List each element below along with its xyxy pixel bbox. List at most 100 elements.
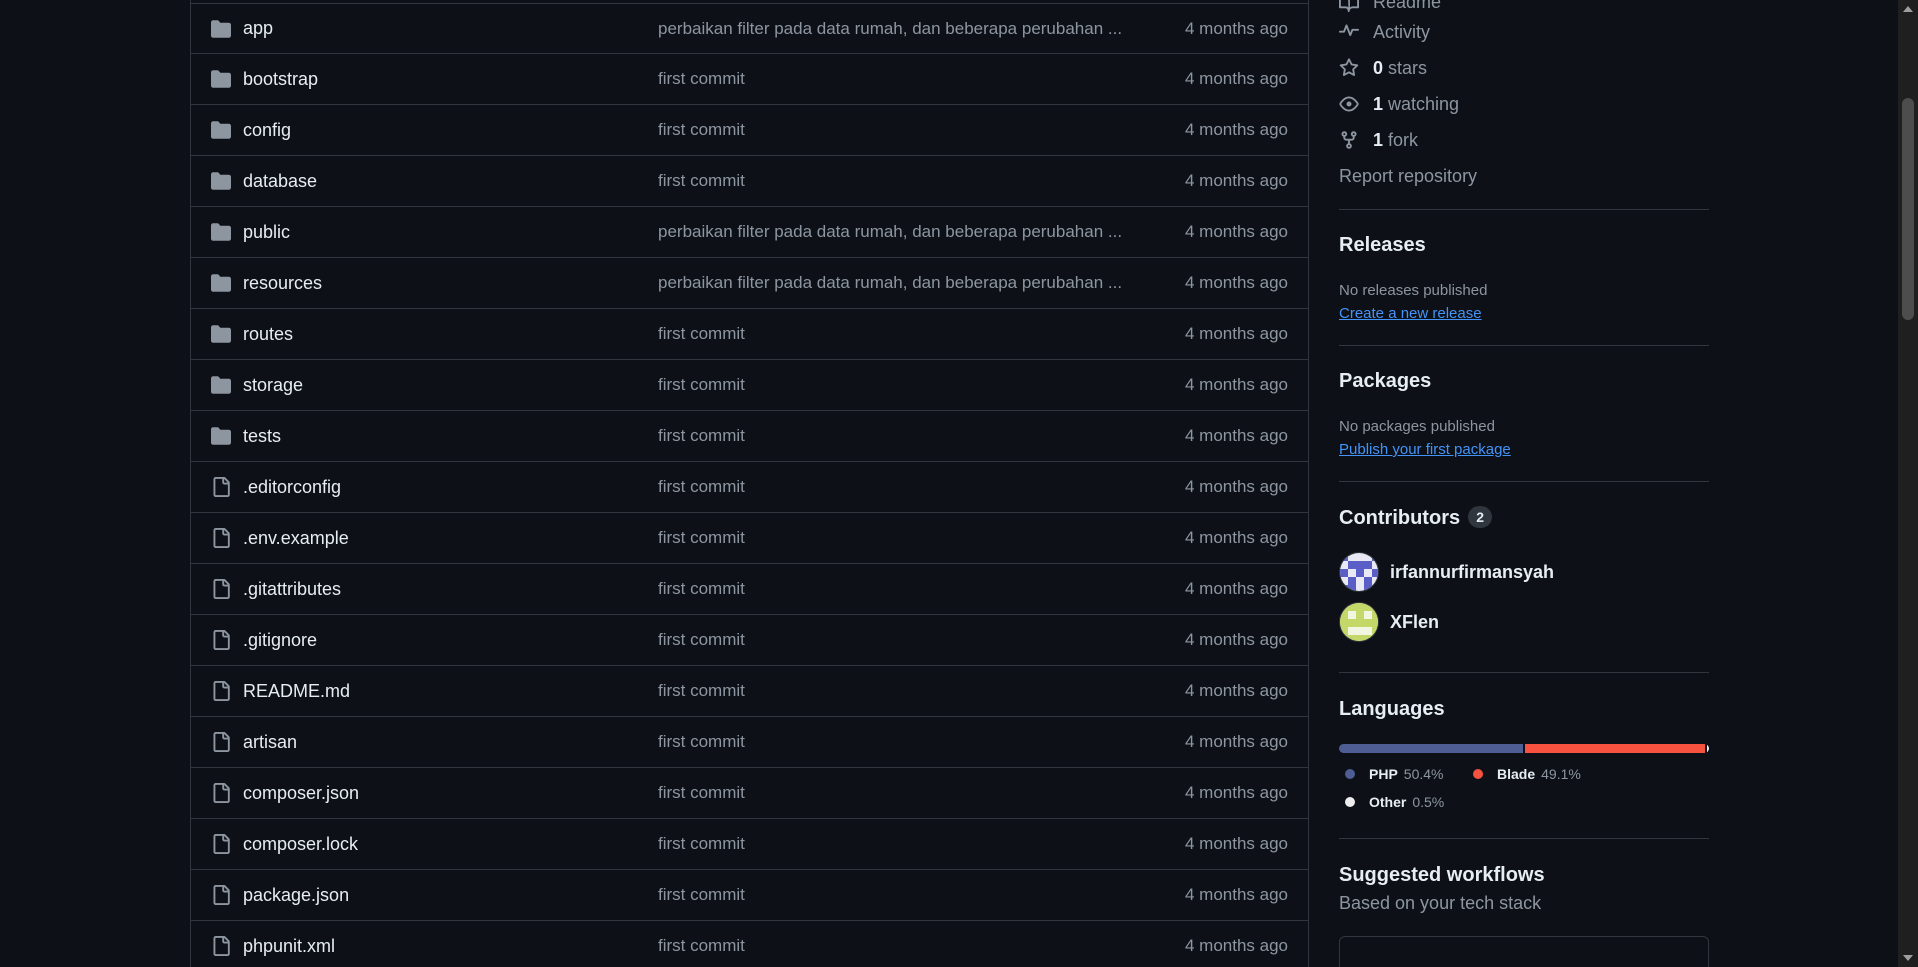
- language-other[interactable]: Other 0.5%: [1339, 794, 1444, 810]
- commit-message-link[interactable]: first commit: [658, 171, 1128, 191]
- releases-title[interactable]: Releases: [1339, 234, 1426, 257]
- contributors-title[interactable]: Contributors 2: [1339, 506, 1493, 530]
- file-name-link[interactable]: .env.example: [243, 528, 349, 549]
- page-scrollbar[interactable]: [1898, 0, 1918, 967]
- commit-message-link[interactable]: first commit: [658, 783, 1128, 803]
- commit-message-link[interactable]: perbaikan filter pada data rumah, dan be…: [658, 19, 1128, 39]
- commit-message-link[interactable]: perbaikan filter pada data rumah, dan be…: [658, 273, 1128, 293]
- commit-message-link[interactable]: first commit: [658, 885, 1128, 905]
- file-name-link[interactable]: composer.json: [243, 783, 359, 804]
- file-row[interactable]: app perbaikan filter pada data rumah, dan…: [191, 3, 1308, 54]
- file-name-link[interactable]: public: [243, 222, 290, 243]
- file-name-link[interactable]: storage: [243, 375, 303, 396]
- publish-package-link[interactable]: Publish your first package: [1339, 441, 1511, 458]
- file-row[interactable]: .env.example first commit 4 months ago: [191, 513, 1308, 564]
- forks-link[interactable]: 1 fork: [1339, 126, 1418, 154]
- file-name-link[interactable]: bootstrap: [243, 69, 318, 90]
- file-row[interactable]: tests first commit 4 months ago: [191, 411, 1308, 462]
- file-row[interactable]: database first commit 4 months ago: [191, 156, 1308, 207]
- activity-link[interactable]: Activity: [1339, 18, 1430, 46]
- language-blade[interactable]: Blade 49.1%: [1467, 766, 1581, 782]
- file-icon: [211, 579, 231, 599]
- commit-message-link[interactable]: first commit: [658, 630, 1128, 650]
- readme-label: Readme: [1373, 0, 1442, 12]
- commit-time: 4 months ago: [1184, 834, 1288, 853]
- commit-message-link[interactable]: first commit: [658, 69, 1128, 89]
- file-row[interactable]: routes first commit 4 months ago: [191, 309, 1308, 360]
- file-name-link[interactable]: package.json: [243, 885, 349, 906]
- stars-link[interactable]: 0 stars: [1339, 54, 1427, 82]
- scroll-thumb[interactable]: [1902, 98, 1914, 320]
- language-php[interactable]: PHP 50.4%: [1339, 766, 1444, 782]
- file-row[interactable]: composer.json first commit 4 months ago: [191, 768, 1308, 819]
- create-release-link[interactable]: Create a new release: [1339, 305, 1482, 322]
- commit-time: 4 months ago: [1184, 18, 1288, 38]
- commit-message-link[interactable]: perbaikan filter pada data rumah, dan be…: [658, 222, 1128, 242]
- workflow-card[interactable]: [1339, 936, 1709, 967]
- commit-time: 4 months ago: [1184, 69, 1288, 88]
- file-row[interactable]: .editorconfig first commit 4 months ago: [191, 462, 1308, 513]
- file-name-link[interactable]: resources: [243, 273, 322, 294]
- language-bar-segment: [1707, 744, 1709, 753]
- commit-message-link[interactable]: first commit: [658, 375, 1128, 395]
- commit-time: 4 months ago: [1184, 375, 1288, 394]
- folder-icon: [211, 69, 231, 89]
- file-row[interactable]: artisan first commit 4 months ago: [191, 717, 1308, 768]
- file-name-link[interactable]: artisan: [243, 732, 297, 753]
- file-name-link[interactable]: .editorconfig: [243, 477, 341, 498]
- file-table: app perbaikan filter pada data rumah, dan…: [190, 0, 1309, 967]
- file-row[interactable]: bootstrap first commit 4 months ago: [191, 54, 1308, 105]
- folder-icon: [211, 171, 231, 191]
- commit-message-link[interactable]: first commit: [658, 324, 1128, 344]
- language-name: Other: [1369, 794, 1407, 810]
- file-name-link[interactable]: config: [243, 120, 291, 141]
- contributors-count: 2: [1468, 506, 1493, 528]
- file-row[interactable]: README.md first commit 4 months ago: [191, 666, 1308, 717]
- stars-label: stars: [1388, 57, 1428, 78]
- file-name-link[interactable]: tests: [243, 426, 281, 447]
- file-name-link[interactable]: database: [243, 171, 317, 192]
- commit-message-link[interactable]: first commit: [658, 936, 1128, 956]
- report-repository-link[interactable]: Report repository: [1339, 162, 1477, 190]
- file-row[interactable]: phpunit.xml first commit 4 months ago: [191, 921, 1308, 967]
- file-row[interactable]: .gitignore first commit 4 months ago: [191, 615, 1308, 666]
- contributor-irfannurfirmansyah[interactable]: irfannurfirmansyah: [1339, 552, 1554, 592]
- file-row[interactable]: .gitattributes first commit 4 months ago: [191, 564, 1308, 615]
- commit-message-link[interactable]: first commit: [658, 120, 1128, 140]
- file-name-link[interactable]: README.md: [243, 681, 350, 702]
- commit-message-link[interactable]: first commit: [658, 681, 1128, 701]
- scroll-down-icon[interactable]: [1903, 955, 1913, 961]
- commit-time: 4 months ago: [1184, 528, 1288, 547]
- commit-time: 4 months ago: [1184, 171, 1288, 190]
- file-name-link[interactable]: .gitattributes: [243, 579, 341, 600]
- commit-message-link[interactable]: first commit: [658, 528, 1128, 548]
- scroll-up-icon[interactable]: [1903, 6, 1913, 12]
- file-row[interactable]: storage first commit 4 months ago: [191, 360, 1308, 411]
- divider: [1339, 481, 1709, 482]
- file-name-link[interactable]: phpunit.xml: [243, 936, 335, 957]
- file-row[interactable]: config first commit 4 months ago: [191, 105, 1308, 156]
- commit-message-link[interactable]: first commit: [658, 834, 1128, 854]
- contributors-title-text: Contributors: [1339, 507, 1461, 529]
- file-row[interactable]: resources perbaikan filter pada data ruma…: [191, 258, 1308, 309]
- contributor-xflen[interactable]: XFlen: [1339, 602, 1439, 642]
- packages-title[interactable]: Packages: [1339, 370, 1431, 393]
- readme-link[interactable]: Readme: [1339, 0, 1441, 16]
- file-row[interactable]: public perbaikan filter pada data rumah, …: [191, 207, 1308, 258]
- commit-message-link[interactable]: first commit: [658, 579, 1128, 599]
- commit-message-link[interactable]: first commit: [658, 732, 1128, 752]
- watchers-link[interactable]: 1 watching: [1339, 90, 1459, 118]
- file-row[interactable]: composer.lock first commit 4 months ago: [191, 819, 1308, 870]
- commit-time: 4 months ago: [1184, 477, 1288, 496]
- file-name-link[interactable]: routes: [243, 324, 293, 345]
- file-name-link[interactable]: .gitignore: [243, 630, 317, 651]
- commit-time: 4 months ago: [1184, 885, 1288, 904]
- watching-label: watching: [1388, 93, 1460, 114]
- commit-message-link[interactable]: first commit: [658, 426, 1128, 446]
- file-row[interactable]: package.json first commit 4 months ago: [191, 870, 1308, 921]
- file-name-link[interactable]: composer.lock: [243, 834, 358, 855]
- file-name-link[interactable]: app: [243, 18, 273, 39]
- commit-message-link[interactable]: first commit: [658, 477, 1128, 497]
- watching-count: 1: [1373, 93, 1384, 114]
- stars-count: 0: [1373, 57, 1384, 78]
